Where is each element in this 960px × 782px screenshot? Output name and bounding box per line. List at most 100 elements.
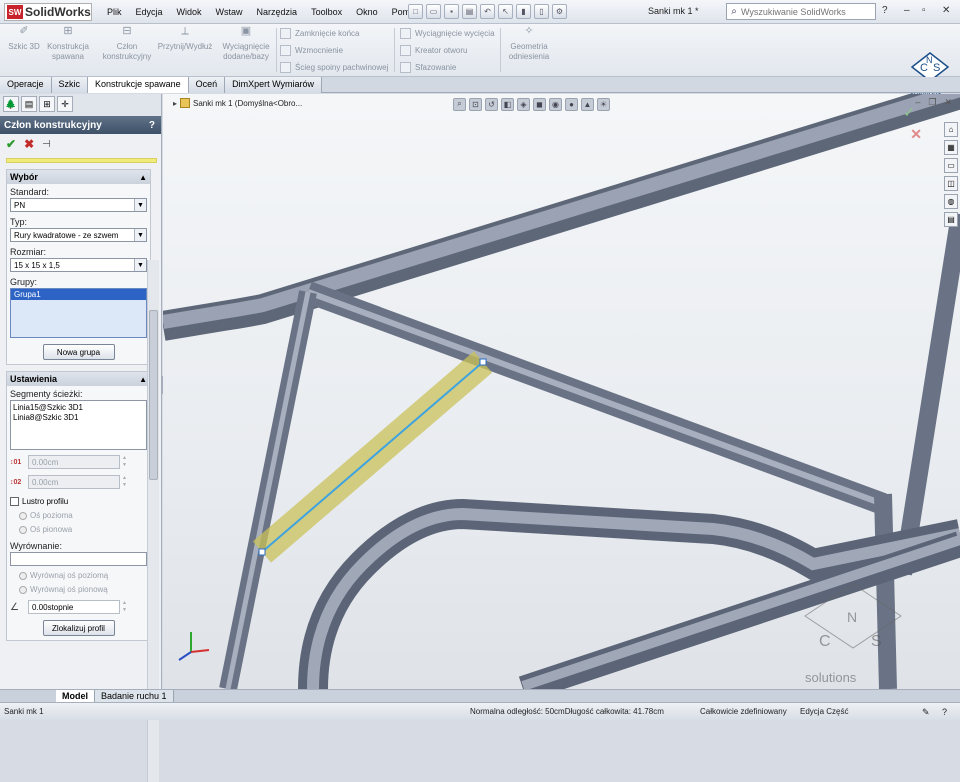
beam-far-right[interactable] bbox=[894, 212, 960, 576]
restore-icon[interactable]: ❐ bbox=[928, 97, 936, 108]
help-icon[interactable]: ? bbox=[942, 707, 952, 717]
graphics-area[interactable]: C N S solutions ▸ Sanki mk 1 (Domyślna<O… bbox=[163, 94, 960, 689]
open-icon[interactable]: ▭ bbox=[426, 4, 441, 19]
os-pionowa-radio[interactable] bbox=[19, 525, 27, 534]
lustro-checkbox[interactable] bbox=[10, 497, 19, 506]
undo-icon[interactable]: ↶ bbox=[480, 4, 495, 19]
feature-tree-flyout[interactable]: ▸ Sanki mk 1 (Domyślna<Obro... bbox=[173, 98, 302, 108]
chevron-up-icon[interactable]: ▲ bbox=[139, 375, 147, 384]
select-icon[interactable]: ↖ bbox=[498, 4, 513, 19]
wyrownaj-poziome-radio[interactable] bbox=[19, 571, 27, 580]
kreator-button[interactable]: Kreator otworu bbox=[400, 45, 467, 56]
scroll-thumb[interactable] bbox=[149, 310, 158, 480]
chevron-down-icon[interactable]: ▼ bbox=[134, 199, 146, 211]
wzmocnienie-button[interactable]: Wzmocnienie bbox=[280, 45, 343, 56]
sfazowanie-button[interactable]: Sfazowanie bbox=[400, 62, 456, 73]
restore-icon[interactable]: ▫ bbox=[922, 5, 926, 16]
confirm-ok-icon[interactable]: ✓ bbox=[903, 104, 915, 121]
spinner-icon[interactable]: ▲ ▼ bbox=[122, 600, 130, 614]
spinner-icon[interactable]: ▲ ▼ bbox=[122, 475, 130, 489]
przytnij-button[interactable]: ⟂ Przytnij/Wydłuż bbox=[154, 26, 216, 52]
cancel-icon[interactable]: ✖ bbox=[24, 137, 34, 151]
confirm-cancel-icon[interactable]: ✕ bbox=[910, 126, 922, 143]
wyciagniecie-button[interactable]: ▣ Wyciągnięcie dodane/bazy bbox=[218, 26, 274, 62]
view-palette-icon[interactable]: ◫ bbox=[944, 176, 958, 191]
menu-widok[interactable]: Widok bbox=[170, 0, 209, 24]
hide-show-icon[interactable]: ◉ bbox=[549, 97, 562, 111]
konstrukcja-spawana-button[interactable]: ⊞ Konstrukcja spawana bbox=[44, 26, 92, 62]
wyrownanie-field[interactable] bbox=[10, 552, 147, 566]
expand-arrow-icon[interactable]: ▸ bbox=[173, 99, 177, 108]
wybor-head[interactable]: Wybór ▲ bbox=[7, 170, 150, 184]
lustro-row[interactable]: Lustro profilu bbox=[10, 497, 147, 506]
nowa-grupa-button[interactable]: Nowa grupa bbox=[42, 344, 115, 360]
previous-view-icon[interactable]: ↺ bbox=[485, 97, 498, 111]
options-icon[interactable]: ⚙ bbox=[552, 4, 567, 19]
appearance-icon[interactable]: ● bbox=[565, 97, 578, 111]
wyciecie-button[interactable]: Wyciągnięcie wycięcia bbox=[400, 28, 495, 39]
czlon-konstrukcyjny-button[interactable]: ⊟ Człon konstrukcyjny bbox=[102, 26, 152, 62]
chevron-down-icon[interactable]: ▼ bbox=[134, 259, 146, 271]
tab-ocen[interactable]: Oceń bbox=[188, 77, 226, 93]
tab-operacje[interactable]: Operacje bbox=[0, 77, 52, 93]
chevron-up-icon[interactable]: ▲ bbox=[139, 173, 147, 182]
sketch-point[interactable] bbox=[479, 358, 487, 366]
list-item[interactable]: Linia8@Szkic 3D1 bbox=[13, 413, 144, 423]
tab-konstrukcje-spawane[interactable]: Konstrukcje spawane bbox=[88, 77, 189, 93]
appearances-icon[interactable]: ◍ bbox=[944, 194, 958, 209]
file-props-icon[interactable]: ▯ bbox=[534, 4, 549, 19]
close-icon[interactable]: ✕ bbox=[942, 5, 950, 16]
new-icon[interactable]: □ bbox=[408, 4, 423, 19]
solidworks-logo[interactable]: SW SolidWorks bbox=[4, 3, 92, 21]
menu-okno[interactable]: Okno bbox=[349, 0, 385, 24]
typ-select[interactable]: Rury kwadratowe - ze szwem ▼ bbox=[10, 228, 147, 242]
model-3d-view[interactable]: C N S solutions bbox=[163, 94, 960, 689]
home-icon[interactable]: ⌂ bbox=[944, 122, 958, 137]
menu-edycja[interactable]: Edycja bbox=[129, 0, 170, 24]
search-box[interactable]: ⌕ bbox=[726, 3, 876, 20]
wyrownaj-pionowa-radio[interactable] bbox=[19, 585, 27, 594]
segmenty-list[interactable]: Linia15@Szkic 3D1 Linia8@Szkic 3D1 bbox=[10, 400, 147, 450]
folder-icon[interactable]: ▭ bbox=[944, 158, 958, 173]
help-icon[interactable]: ? bbox=[882, 5, 888, 16]
configuration-icon[interactable]: ⊞ bbox=[39, 96, 55, 112]
standard-select[interactable]: PN ▼ bbox=[10, 198, 147, 212]
dimxpert-icon[interactable]: ✛ bbox=[57, 96, 73, 112]
szkic3d-button[interactable]: ✐ Szkic 3D bbox=[6, 26, 42, 52]
rebuild-icon[interactable]: ✎ bbox=[922, 707, 932, 717]
view-orientation-icon[interactable]: ◈ bbox=[517, 97, 530, 111]
list-item[interactable]: Grupa1 bbox=[11, 289, 146, 300]
grupy-list[interactable]: Grupa1 bbox=[10, 288, 147, 338]
geometria-button[interactable]: ✧ Geometria odniesienia bbox=[506, 26, 552, 62]
tab-dimxpert[interactable]: DimXpert Wymiarów bbox=[225, 77, 323, 93]
display-style-icon[interactable]: ◼ bbox=[533, 97, 546, 111]
scieg-button[interactable]: Ścieg spoiny pachwinowej bbox=[280, 62, 388, 73]
menu-plik[interactable]: Plik bbox=[100, 0, 129, 24]
realview-icon[interactable]: ☀ bbox=[597, 97, 610, 111]
menu-toolbox[interactable]: Toolbox bbox=[304, 0, 349, 24]
minimize-icon[interactable]: – bbox=[904, 5, 910, 16]
zlokalizuj-profil-button[interactable]: Zlokalizuj profil bbox=[42, 620, 115, 636]
tab-model[interactable]: Model bbox=[56, 690, 95, 702]
zamkniecie-button[interactable]: Zamknięcie końca bbox=[280, 28, 359, 39]
print-icon[interactable]: ▤ bbox=[462, 4, 477, 19]
help-icon[interactable]: ? bbox=[149, 120, 155, 131]
zoom-area-icon[interactable]: ⊡ bbox=[469, 97, 482, 111]
custom-props-icon[interactable]: ▤ bbox=[944, 212, 958, 227]
crumb-text[interactable]: Sanki mk 1 (Domyślna<Obro... bbox=[193, 99, 302, 108]
menu-narzedzia[interactable]: Narzędzia bbox=[250, 0, 305, 24]
chevron-down-icon[interactable]: ▼ bbox=[134, 229, 146, 241]
tab-szkic[interactable]: Szkic bbox=[51, 77, 89, 93]
zoom-fit-icon[interactable]: ⌕ bbox=[453, 97, 466, 111]
beam-right-post[interactable] bbox=[874, 493, 897, 689]
sketch-point[interactable] bbox=[258, 548, 266, 556]
property-manager-icon[interactable]: ▤ bbox=[21, 96, 37, 112]
os-pozioma-radio[interactable] bbox=[19, 511, 27, 520]
close-icon[interactable]: ✕ bbox=[944, 97, 952, 108]
tab-badanie-ruchu[interactable]: Badanie ruchu 1 bbox=[95, 690, 174, 702]
menu-wstaw[interactable]: Wstaw bbox=[209, 0, 250, 24]
offset2-field[interactable]: 0.00cm bbox=[28, 475, 120, 489]
section-view-icon[interactable]: ◧ bbox=[501, 97, 514, 111]
ustawienia-head[interactable]: Ustawienia ▲ bbox=[7, 372, 150, 386]
pushpin-icon[interactable]: ⊣ bbox=[42, 139, 51, 150]
